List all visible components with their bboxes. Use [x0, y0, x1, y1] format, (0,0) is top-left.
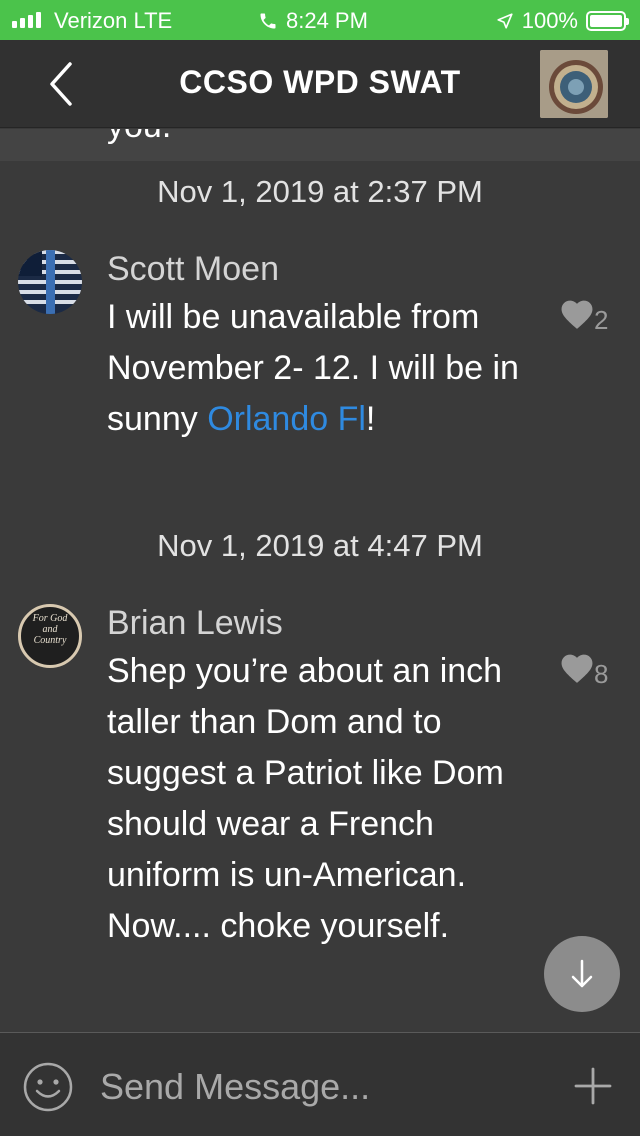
like-count: 2	[594, 305, 609, 335]
message-composer	[0, 1032, 640, 1136]
add-attachment-button[interactable]	[572, 1065, 614, 1107]
message-input[interactable]	[100, 1063, 520, 1111]
clock-time: 8:24 PM	[286, 8, 368, 33]
location-link[interactable]: Orlando Fl	[207, 400, 366, 438]
heart-icon	[561, 654, 593, 683]
phone-call-icon	[260, 13, 276, 29]
plus-icon	[574, 1067, 612, 1105]
avatar-motto: For God and Country	[32, 613, 68, 646]
emoji-button[interactable]	[22, 1061, 74, 1113]
like-button[interactable]: 8	[558, 650, 608, 689]
flag-avatar-icon	[18, 250, 82, 314]
message-text: Shep you’re about an inch taller than Do…	[107, 652, 504, 945]
battery-percent: 100%	[521, 8, 578, 33]
message-text: I will be unavailable from November 2- 1…	[107, 298, 519, 438]
chat-header: CCSO WPD SWAT	[0, 40, 640, 128]
group-avatar[interactable]	[540, 50, 608, 118]
previous-message-fragment: you.	[0, 129, 640, 161]
like-button[interactable]: 2	[558, 296, 608, 335]
scroll-to-bottom-button[interactable]	[544, 936, 620, 1012]
like-count: 8	[594, 659, 609, 689]
status-bar: Verizon LTE 8:24 PM 100%	[0, 0, 640, 40]
sender-name[interactable]: Scott Moen	[107, 250, 279, 289]
heart-icon	[561, 300, 593, 329]
message-timestamp: Nov 1, 2019 at 4:47 PM	[157, 528, 483, 563]
arrow-down-icon	[571, 959, 593, 988]
location-arrow-icon	[497, 13, 513, 29]
smiley-icon	[23, 1062, 73, 1112]
avatar[interactable]	[18, 250, 82, 314]
battery-icon	[586, 11, 629, 31]
agency-seal-icon	[540, 50, 608, 118]
avatar[interactable]: For God and Country	[18, 604, 82, 668]
carrier-label: Verizon LTE	[54, 8, 173, 33]
message-timestamp: Nov 1, 2019 at 2:37 PM	[157, 174, 483, 209]
sender-name[interactable]: Brian Lewis	[107, 604, 283, 643]
cellular-signal-icon	[12, 12, 41, 28]
